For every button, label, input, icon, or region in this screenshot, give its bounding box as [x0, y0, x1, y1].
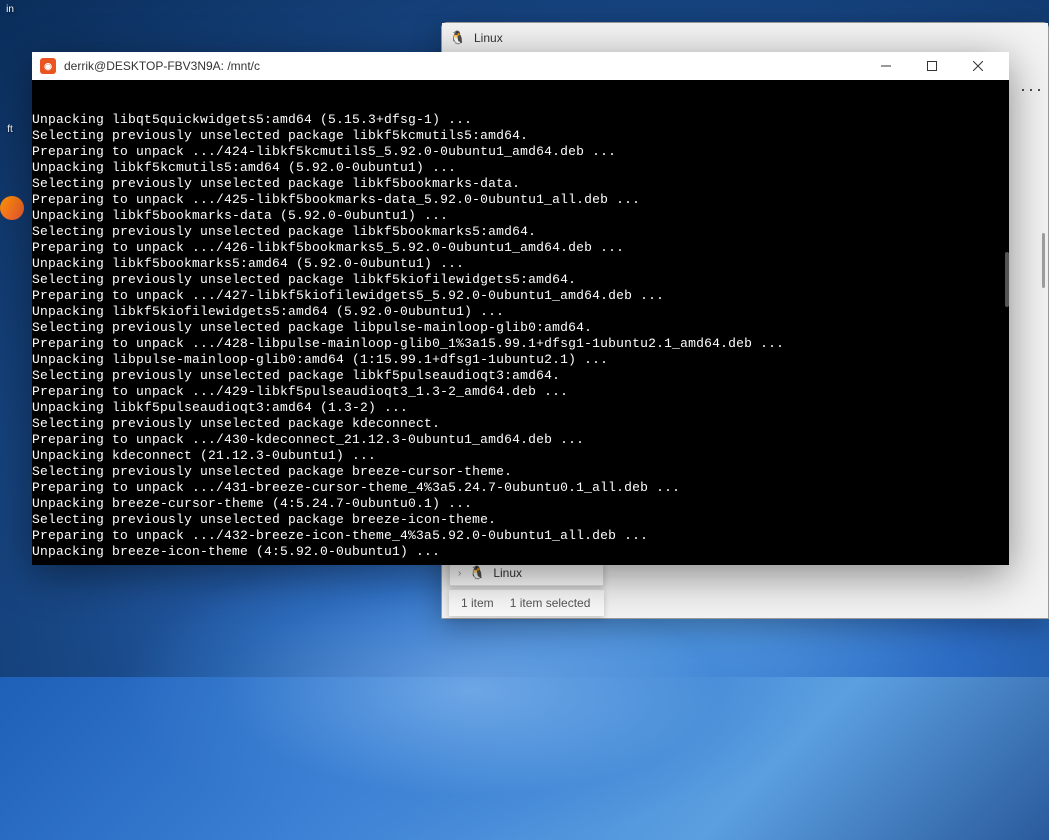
terminal-output-line: Preparing to unpack .../431-breeze-curso… [32, 480, 1009, 496]
terminal-output-line: Preparing to unpack .../425-libkf5bookma… [32, 192, 1009, 208]
breadcrumb-item[interactable]: Linux [493, 566, 522, 580]
maximize-button[interactable] [909, 52, 955, 80]
terminal-titlebar[interactable]: ◉ derrik@DESKTOP-FBV3N9A: /mnt/c [32, 52, 1009, 80]
terminal-output-line: Unpacking libkf5kiofilewidgets5:amd64 (5… [32, 304, 1009, 320]
terminal-output-line: Selecting previously unselected package … [32, 272, 1009, 288]
terminal-output-line: Unpacking libkf5bookmarks-data (5.92.0-0… [32, 208, 1009, 224]
terminal-output-line: Selecting previously unselected package … [32, 464, 1009, 480]
terminal-output-line: Unpacking breeze-cursor-theme (4:5.24.7-… [32, 496, 1009, 512]
terminal-output-line: Selecting previously unselected package … [32, 368, 1009, 384]
terminal-output-line: Preparing to unpack .../427-libkf5kiofil… [32, 288, 1009, 304]
terminal-output-line: Selecting previously unselected package … [32, 512, 1009, 528]
terminal-output-line: Preparing to unpack .../426-libkf5bookma… [32, 240, 1009, 256]
minimize-button[interactable] [863, 52, 909, 80]
terminal-output-line: Unpacking kdeconnect (21.12.3-0ubuntu1) … [32, 448, 1009, 464]
explorer-statusbar: 1 item 1 item selected [449, 590, 604, 616]
linux-penguin-icon: 🐧 [469, 565, 485, 581]
desktop-icon-shortcut[interactable]: ft [0, 124, 20, 135]
terminal-window[interactable]: ◉ derrik@DESKTOP-FBV3N9A: /mnt/c Unpacki… [32, 52, 1009, 565]
terminal-output-line: Preparing to unpack .../428-libpulse-mai… [32, 336, 1009, 352]
terminal-output-line: Selecting previously unselected package … [32, 176, 1009, 192]
close-icon [973, 61, 983, 71]
explorer-scrollbar[interactable] [1042, 233, 1045, 288]
terminal-output-line: Unpacking libkf5bookmarks5:amd64 (5.92.0… [32, 256, 1009, 272]
terminal-output-line: Unpacking libkf5kcmutils5:amd64 (5.92.0-… [32, 160, 1009, 176]
shortcut-label: ft [7, 124, 13, 135]
ubuntu-icon: ◉ [40, 58, 56, 74]
terminal-body[interactable]: Unpacking libqt5quickwidgets5:amd64 (5.1… [32, 80, 1009, 565]
terminal-output-line: Selecting previously unselected package … [32, 320, 1009, 336]
status-item-count: 1 item [461, 596, 494, 610]
terminal-output-line: Unpacking libpulse-mainloop-glib0:amd64 … [32, 352, 1009, 368]
explorer-titlebar[interactable]: 🐧 Linux [442, 23, 1048, 53]
chevron-right-icon: › [458, 568, 461, 579]
terminal-output-line: Unpacking libkf5pulseaudioqt3:amd64 (1.3… [32, 400, 1009, 416]
terminal-output-line: Selecting previously unselected package … [32, 224, 1009, 240]
terminal-output-line: Preparing to unpack .../432-breeze-icon-… [32, 528, 1009, 544]
recycle-bin-label: in [6, 4, 14, 15]
terminal-scrollbar[interactable] [1005, 252, 1009, 307]
firefox-icon [0, 196, 24, 220]
terminal-output-line: Selecting previously unselected package … [32, 416, 1009, 432]
minimize-icon [881, 61, 891, 71]
terminal-output-line: Preparing to unpack .../430-kdeconnect_2… [32, 432, 1009, 448]
desktop-icon-firefox[interactable] [0, 196, 20, 223]
explorer-title-text: Linux [474, 31, 503, 45]
linux-penguin-icon: 🐧 [450, 30, 466, 46]
terminal-output-line: Selecting previously unselected package … [32, 128, 1009, 144]
status-selected-count: 1 item selected [510, 596, 591, 610]
close-button[interactable] [955, 52, 1001, 80]
terminal-output-line: Unpacking breeze-icon-theme (4:5.92.0-0u… [32, 544, 1009, 560]
terminal-output-line: Preparing to unpack .../429-libkf5pulsea… [32, 384, 1009, 400]
terminal-output-line: Preparing to unpack .../424-libkf5kcmuti… [32, 144, 1009, 160]
desktop-icon-recycle-bin[interactable]: in [0, 4, 20, 15]
terminal-title-text: derrik@DESKTOP-FBV3N9A: /mnt/c [64, 59, 863, 73]
explorer-more-menu[interactable]: ··· [1020, 79, 1044, 100]
window-controls [863, 52, 1001, 80]
terminal-output-line: Unpacking libqt5quickwidgets5:amd64 (5.1… [32, 112, 1009, 128]
maximize-icon [927, 61, 937, 71]
